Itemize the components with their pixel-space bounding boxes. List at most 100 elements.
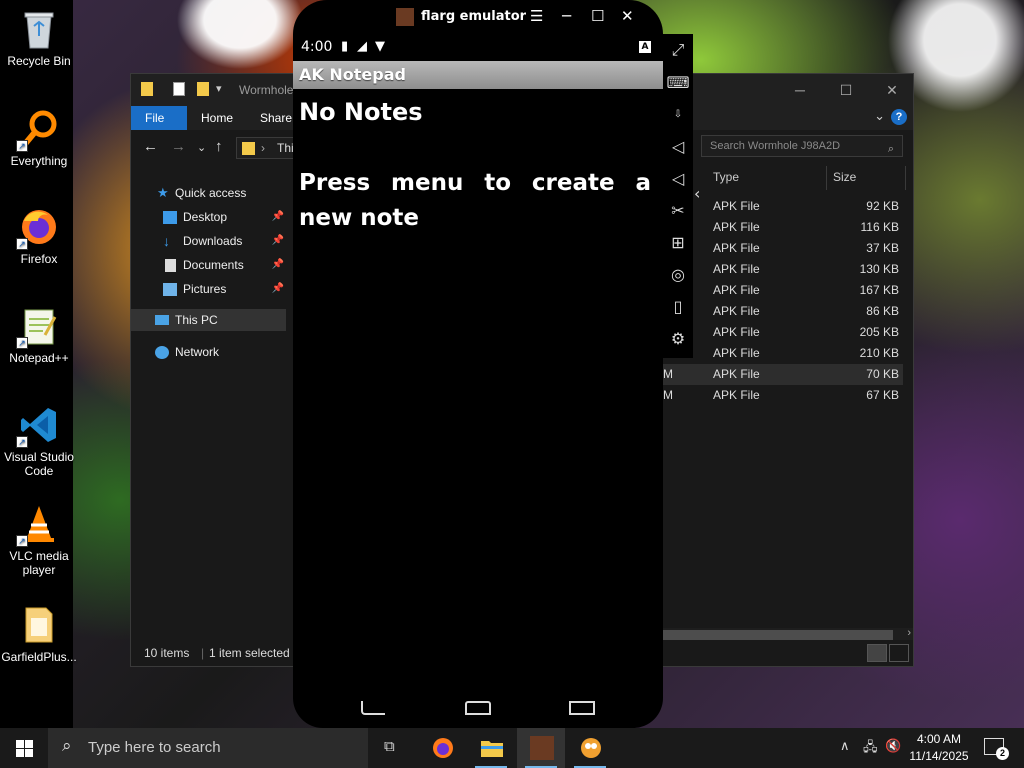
desktop-icon-garfieldplus[interactable]: GarfieldPlus... xyxy=(0,604,78,664)
scroll-right-icon[interactable]: › xyxy=(907,627,911,639)
nav-item-label: Downloads xyxy=(183,234,243,248)
file-explorer-icon xyxy=(481,741,503,757)
file-row[interactable]: APK File 167 KB xyxy=(663,280,903,301)
start-button[interactable] xyxy=(0,728,48,768)
column-header-type[interactable]: Type xyxy=(713,170,739,184)
pin-icon: 📌 xyxy=(271,259,284,270)
tab-home[interactable]: Home xyxy=(187,106,247,130)
new-folder-icon[interactable] xyxy=(197,82,209,96)
file-row[interactable]: APK File 205 KB xyxy=(663,322,903,343)
android-screen[interactable]: 4:00 ▮ ◢ ▼ A AK Notepad No Notes Press m… xyxy=(293,34,663,689)
firefox-icon xyxy=(433,738,453,758)
minimize-button[interactable]: ─ xyxy=(562,7,571,25)
file-row[interactable]: APK File 116 KB xyxy=(663,217,903,238)
nav-item-documents[interactable]: Documents 📌 xyxy=(131,254,286,276)
network-status-icon[interactable]: 🖧 xyxy=(863,738,878,760)
show-hidden-icons-icon[interactable]: ∧ xyxy=(840,738,850,754)
file-size: 86 KB xyxy=(866,304,899,318)
desktop-folder-icon xyxy=(163,211,177,224)
collapse-toolbar-icon[interactable]: ‹ xyxy=(694,184,700,203)
desktop-icon-vlc[interactable]: ↗ VLC media player xyxy=(0,503,78,577)
scrollbar-thumb[interactable] xyxy=(663,630,893,640)
column-header-size[interactable]: Size xyxy=(833,170,856,184)
clock-date: 11/14/2025 xyxy=(909,749,969,763)
address-bar[interactable]: › This xyxy=(236,137,300,159)
star-icon: ★ xyxy=(157,185,169,200)
install-apk-icon[interactable]: ⇩ xyxy=(663,101,693,129)
shortcut-arrow-icon: ↗ xyxy=(16,436,28,448)
keyboard-icon[interactable]: ⌨ xyxy=(663,69,693,97)
location-icon[interactable]: ◎ xyxy=(663,261,693,289)
home-nav-icon[interactable] xyxy=(465,701,491,715)
fullscreen-icon[interactable]: ⤢ xyxy=(663,36,693,64)
desktop-icon-recycle-bin[interactable]: Recycle Bin xyxy=(0,8,78,68)
maximize-button[interactable]: ☐ xyxy=(591,7,604,25)
menu-icon[interactable]: ☰ xyxy=(530,7,543,25)
column-separator[interactable] xyxy=(905,166,906,190)
file-type: APK File xyxy=(713,241,760,255)
search-input[interactable]: Search Wormhole J98A2D ⌕ xyxy=(701,135,903,157)
vlc-icon: ↗ xyxy=(16,503,60,547)
network-icon xyxy=(155,346,169,359)
nav-item-pictures[interactable]: Pictures 📌 xyxy=(131,278,286,300)
minimize-button[interactable]: ─ xyxy=(777,79,823,101)
nav-item-this-pc[interactable]: This PC xyxy=(131,309,286,331)
volume-up-icon[interactable]: ◁ xyxy=(663,133,693,161)
windows-logo-pane xyxy=(25,749,33,757)
file-row[interactable]: APK File 86 KB xyxy=(663,301,903,322)
forward-arrow-icon[interactable]: → xyxy=(171,138,186,155)
column-separator[interactable] xyxy=(826,166,827,190)
desktop-icon-firefox[interactable]: ↗ Firefox xyxy=(0,206,78,266)
taskbar-app[interactable] xyxy=(566,728,614,768)
file-row[interactable]: M APK File 67 KB xyxy=(663,385,903,406)
breadcrumb-chevron-icon: › xyxy=(261,141,265,155)
tab-file[interactable]: File xyxy=(131,106,187,130)
large-icons-view-icon[interactable] xyxy=(889,644,909,662)
task-view-button[interactable]: ⧉ xyxy=(368,728,416,768)
taskbar-firefox[interactable] xyxy=(418,728,466,768)
nav-item-downloads[interactable]: ↓ Downloads 📌 xyxy=(131,230,286,252)
shake-icon[interactable]: ▯ xyxy=(663,293,693,321)
back-nav-icon[interactable] xyxy=(361,701,385,715)
system-clock[interactable]: 4:00 AM 11/14/2025 xyxy=(905,731,973,765)
maximize-button[interactable]: ☐ xyxy=(823,79,869,101)
close-button[interactable]: ✕ xyxy=(869,79,915,101)
desktop-icon-vscode[interactable]: ↗ Visual Studio Code xyxy=(0,404,78,478)
help-button[interactable]: ? xyxy=(891,109,907,125)
action-center-icon[interactable]: 2 xyxy=(984,738,1009,760)
file-row-selected[interactable]: M APK File 70 KB xyxy=(663,364,903,385)
notepad-plus-plus-icon: ↗ xyxy=(16,305,60,349)
properties-icon[interactable] xyxy=(173,82,185,96)
desktop-icon-everything[interactable]: ↗ Everything xyxy=(0,108,78,168)
file-type: APK File xyxy=(713,388,760,402)
recent-locations-icon[interactable]: ⌄ xyxy=(197,141,206,154)
volume-muted-icon[interactable]: 🔇 xyxy=(885,738,901,754)
taskbar-file-explorer[interactable] xyxy=(467,728,515,768)
recents-nav-icon[interactable] xyxy=(569,701,595,715)
desktop-icon-label: Everything xyxy=(10,154,68,168)
document-icon xyxy=(165,259,176,272)
details-view-icon[interactable] xyxy=(867,644,887,662)
file-row[interactable]: MAPK File210 KB xyxy=(663,343,903,364)
nav-item-desktop[interactable]: Desktop 📌 xyxy=(131,206,286,228)
taskbar-flarg-emulator[interactable] xyxy=(517,728,565,768)
nav-item-network[interactable]: Network xyxy=(131,341,286,363)
settings-icon[interactable]: ⚙ xyxy=(663,325,693,353)
desktop-icon-notepad-plus-plus[interactable]: ↗ Notepad++ xyxy=(0,305,78,365)
customize-quick-access-icon[interactable]: ▾ xyxy=(216,82,222,95)
file-row[interactable]: APK File 130 KB xyxy=(663,259,903,280)
back-arrow-icon[interactable]: ← xyxy=(143,138,158,155)
close-button[interactable]: ✕ xyxy=(621,7,634,25)
add-icon[interactable]: ⊞ xyxy=(663,229,693,257)
expand-ribbon-icon[interactable]: ⌄ xyxy=(874,108,885,124)
file-name-fragment: M xyxy=(663,367,673,381)
everything-icon: ↗ xyxy=(16,108,60,152)
volume-down-icon[interactable]: ◁ xyxy=(663,165,693,193)
nav-item-quick-access[interactable]: ★ Quick access xyxy=(131,182,286,204)
file-size: 92 KB xyxy=(866,199,899,213)
desktop-icon-label: Firefox xyxy=(20,252,58,266)
taskbar-search[interactable]: ⌕ Type here to search xyxy=(48,728,368,768)
file-row[interactable]: APK File 37 KB xyxy=(663,238,903,259)
scissors-icon[interactable]: ✂ xyxy=(663,197,693,225)
up-arrow-icon[interactable]: ↑ xyxy=(215,138,223,155)
